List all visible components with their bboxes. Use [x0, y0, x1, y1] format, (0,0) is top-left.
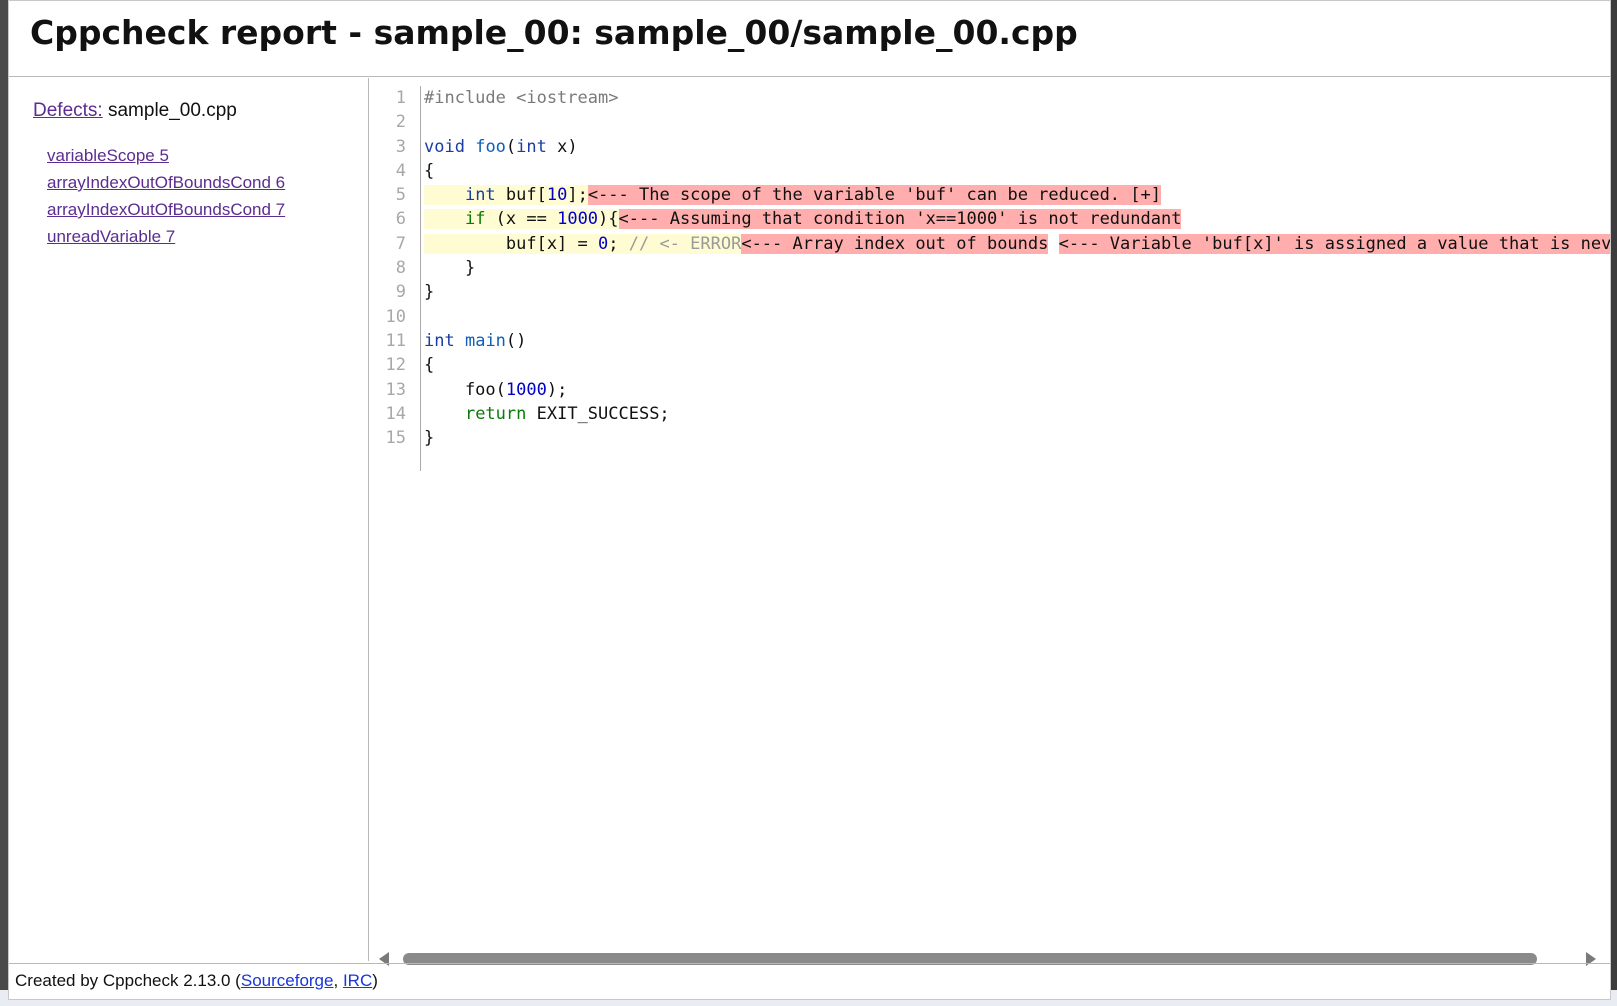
report-header: Cppcheck report - sample_00: sample_00/s… — [9, 1, 1610, 77]
list-item: unreadVariable 7 — [47, 227, 285, 254]
defect-link-arrayindex-7[interactable]: arrayIndexOutOfBoundsCond 7 — [47, 200, 285, 219]
code-token: (x == — [485, 209, 558, 230]
defect-link-unreadvariable[interactable]: unreadVariable 7 — [47, 227, 175, 246]
keyword-void: void — [424, 136, 465, 157]
code-token: ]; — [567, 185, 588, 206]
source-code: #include <iostream> void foo(int x) { in… — [424, 86, 1610, 450]
irc-link[interactable]: IRC — [343, 971, 372, 990]
defects-sidebar: Defects: sample_00.cpp variableScope 5 a… — [11, 78, 369, 961]
line-number: 7 — [395, 233, 406, 254]
report-footer: Created by Cppcheck 2.13.0 (Sourceforge,… — [9, 963, 1610, 999]
code-comment: // <- ERROR — [628, 233, 742, 254]
code-line-11: int main() — [424, 329, 1610, 353]
keyword-int: int — [464, 185, 496, 206]
line-number: 9 — [395, 282, 406, 303]
code-token: } — [424, 258, 476, 279]
error-message-condition: <--- Assuming that condition 'x==1000' i… — [618, 209, 1182, 230]
code-gap — [1048, 234, 1058, 254]
function-name-main: main — [464, 330, 506, 351]
list-item: arrayIndexOutOfBoundsCond 7 — [47, 200, 285, 227]
report-window: Cppcheck report - sample_00: sample_00/s… — [8, 0, 1611, 1000]
code-token: } — [424, 282, 435, 303]
desktop-background — [0, 0, 8, 1006]
line-number: 13 — [385, 379, 406, 400]
keyword-int: int — [424, 330, 455, 351]
defect-link-variablescope[interactable]: variableScope 5 — [47, 146, 169, 165]
line-number: 15 — [385, 428, 406, 449]
footer-suffix: ) — [372, 971, 378, 990]
footer-text: Created by Cppcheck 2.13.0 (Sourceforge,… — [15, 971, 378, 991]
number-literal: 1000 — [505, 379, 547, 400]
defects-link[interactable]: Defects: — [33, 100, 103, 121]
code-token: ){ — [598, 209, 619, 230]
list-item: arrayIndexOutOfBoundsCond 6 — [47, 173, 285, 200]
defects-heading: Defects: sample_00.cpp — [33, 100, 237, 122]
line-number: 4 — [395, 160, 406, 181]
code-line-3: void foo(int x) — [424, 135, 1610, 159]
error-message-out-of-bounds: <--- Array index out of bounds — [741, 233, 1049, 254]
code-viewer[interactable]: 1 2 3 4 5 6 7 8 9 10 11 12 13 14 15 #inc… — [369, 78, 1610, 948]
code-token: ; — [608, 233, 629, 254]
code-token: { — [424, 160, 435, 181]
code-line-14: return EXIT_SUCCESS; — [424, 402, 1610, 426]
code-line-9: } — [424, 280, 1610, 304]
number-literal: 1000 — [557, 209, 599, 230]
list-item: variableScope 5 — [47, 146, 285, 173]
keyword-if: if — [464, 209, 486, 230]
code-token: ( — [505, 136, 517, 157]
line-number: 10 — [385, 306, 406, 327]
highlighted-code: buf[x] = 0; // <- ERROR — [424, 233, 742, 254]
line-number: 1 — [395, 88, 406, 108]
highlighted-code: if (x == 1000){ — [424, 209, 619, 230]
code-token: EXIT_SUCCESS; — [526, 403, 670, 424]
code-line-1: #include <iostream> — [424, 86, 1610, 110]
code-token: { — [424, 355, 435, 376]
code-line-5: int buf[10];<--- The scope of the variab… — [424, 183, 1610, 207]
code-token: x) — [546, 136, 578, 157]
page-title: Cppcheck report - sample_00: sample_00/s… — [30, 13, 1078, 52]
code-line-7: buf[x] = 0; // <- ERROR<--- Array index … — [424, 232, 1610, 256]
line-number: 6 — [395, 209, 406, 230]
code-line-8: } — [424, 256, 1610, 280]
footer-prefix: Created by Cppcheck 2.13.0 ( — [15, 971, 241, 990]
code-token: ); — [546, 379, 568, 400]
error-message-variablescope[interactable]: <--- The scope of the variable 'buf' can… — [587, 185, 1161, 206]
keyword-return: return — [464, 403, 527, 424]
keyword-int: int — [516, 136, 547, 157]
defect-list: variableScope 5 arrayIndexOutOfBoundsCon… — [47, 146, 285, 254]
line-number-gutter: 1 2 3 4 5 6 7 8 9 10 11 12 13 14 15 — [369, 86, 421, 471]
code-token: buf[ — [495, 185, 547, 206]
error-message-unread-variable: <--- Variable 'buf[x]' is assigned a val… — [1058, 233, 1610, 254]
line-number: 11 — [385, 330, 406, 351]
number-literal: 10 — [546, 185, 568, 206]
code-token: buf[x] = — [424, 233, 598, 254]
code-line-13: foo(1000); — [424, 378, 1610, 402]
line-number: 12 — [385, 355, 406, 376]
line-number: 2 — [395, 112, 406, 133]
sourceforge-link[interactable]: Sourceforge — [241, 971, 334, 990]
file-name-label: sample_00.cpp — [107, 100, 237, 121]
line-number: 3 — [395, 136, 406, 157]
code-token: () — [505, 330, 527, 351]
preprocessor-directive: #include <iostream> — [424, 88, 619, 108]
line-number: 5 — [395, 185, 406, 206]
code-line-4: { — [424, 159, 1610, 183]
line-number: 8 — [395, 258, 406, 279]
code-line-6: if (x == 1000){<--- Assuming that condit… — [424, 207, 1610, 231]
line-number: 14 — [385, 403, 406, 424]
code-token: } — [424, 428, 435, 449]
code-line-15: } — [424, 426, 1610, 450]
code-line-12: { — [424, 353, 1610, 377]
number-literal: 0 — [598, 233, 609, 254]
footer-separator: , — [333, 971, 343, 990]
code-token: foo( — [424, 379, 506, 400]
function-name-foo: foo — [475, 136, 506, 157]
defect-link-arrayindex-6[interactable]: arrayIndexOutOfBoundsCond 6 — [47, 173, 285, 192]
highlighted-code: int buf[10]; — [424, 185, 588, 206]
